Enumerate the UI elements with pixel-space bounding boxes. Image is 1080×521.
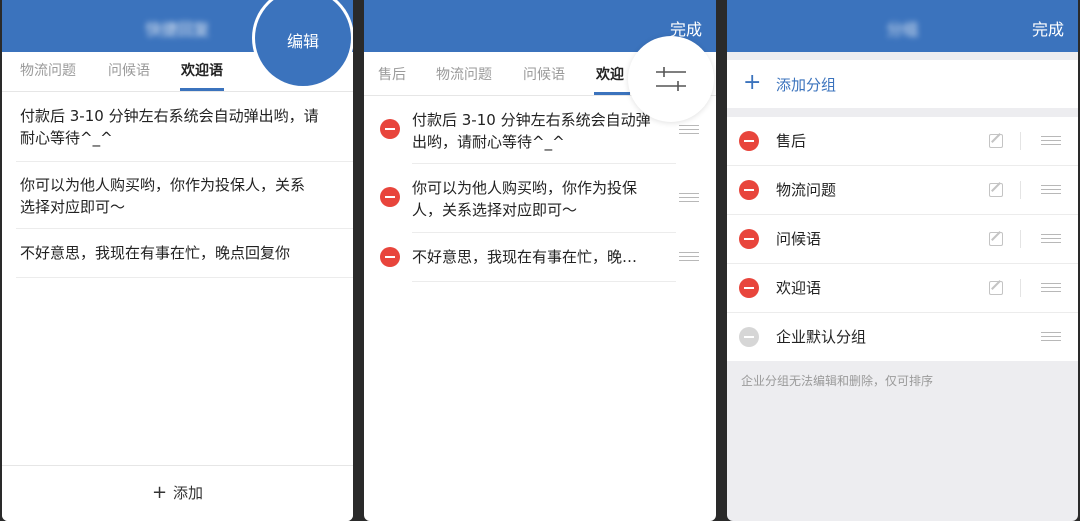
drag-handle-icon[interactable] [1041,283,1061,293]
separator [1020,132,1021,150]
done-button[interactable]: 完成 [1032,16,1064,40]
reply-text-line1: 不好意思，我现在有事在忙，晚… [412,248,638,266]
group-label: 企业默认分组 [776,328,867,346]
group-label: 问候语 [776,230,822,248]
add-label: 添加 [173,484,204,502]
group-label: 售后 [776,132,807,150]
tab-greeting[interactable]: 问候语 [523,64,565,84]
divider [412,281,676,282]
add-group-label: 添加分组 [776,76,837,94]
reply-edit-row: 不好意思，我现在有事在忙，晚… [364,233,716,281]
group-row-default: 企业默认分组 [727,313,1078,361]
reply-text-line1: 付款后 3-10 分钟左右系统会自动弹 [412,111,651,129]
delete-icon[interactable] [739,278,759,298]
group-row: 欢迎语 [727,264,1078,312]
active-tab-indicator [180,88,224,91]
delete-icon[interactable] [739,131,759,151]
reply-item[interactable]: 不好意思，我现在有事在忙，晚点回复你 [2,229,353,277]
tab-logistics[interactable]: 物流问题 [436,64,492,84]
sort-sliders-icon [656,67,686,91]
group-label: 欢迎语 [776,279,822,297]
reply-text-line2: 耐心等待^_^ [20,129,113,147]
separator [1020,181,1021,199]
add-group-row[interactable]: + 添加分组 [727,60,1078,108]
drag-handle-icon[interactable] [679,125,699,135]
edit-icon[interactable] [989,281,1003,295]
reply-text-line2: 出哟，请耐心等待^_^ [412,133,565,151]
top-bar: 分组 完成 [727,0,1078,52]
reply-text-line1: 不好意思，我现在有事在忙，晚点回复你 [20,244,291,262]
group-manage-panel: 分组 完成 + 添加分组 售后 物流问题 问候语 欢迎语 企业默认分组 企业分组… [727,0,1078,521]
reply-text-line1: 付款后 3-10 分钟左右系统会自动弹出哟，请 [20,107,319,125]
page-title: 分组 [886,20,919,39]
tab-greeting[interactable]: 问候语 [108,60,150,80]
group-label: 物流问题 [776,181,837,199]
drag-handle-icon[interactable] [1041,136,1061,146]
delete-icon[interactable] [739,180,759,200]
delete-icon[interactable] [380,119,400,139]
drag-handle-icon[interactable] [1041,332,1061,342]
reply-item[interactable]: 付款后 3-10 分钟左右系统会自动弹出哟，请 耐心等待^_^ [2,93,353,157]
tab-after-sales[interactable]: 售后 [378,64,406,84]
reply-text-line1: 你可以为他人购买哟，你作为投保人，关系 [20,176,306,194]
reply-text-line1: 你可以为他人购买哟，你作为投保 [412,179,638,197]
edit-icon[interactable] [989,232,1003,246]
divider [16,277,353,278]
group-row: 物流问题 [727,166,1078,214]
active-tab-indicator [594,92,630,95]
drag-handle-icon[interactable] [679,252,699,262]
plus-icon: + [151,482,168,503]
add-reply-button[interactable]: + 添加 [2,466,353,521]
drag-handle-icon[interactable] [1041,234,1061,244]
footnote: 企业分组无法编辑和删除，仅可排序 [741,374,934,388]
delete-icon[interactable] [739,229,759,249]
separator [1020,230,1021,248]
edit-icon[interactable] [989,183,1003,197]
reply-text-line2: 人，关系选择对应即可～ [412,201,578,219]
plus-icon: + [743,70,762,95]
group-row: 售后 [727,117,1078,165]
tab-welcome[interactable]: 欢迎语 [181,60,223,80]
delete-icon[interactable] [380,247,400,267]
reply-edit-row: 你可以为他人购买哟，你作为投保 人，关系选择对应即可～ [364,164,716,232]
delete-icon[interactable] [380,187,400,207]
sort-button-highlight[interactable] [628,36,714,122]
drag-handle-icon[interactable] [679,193,699,203]
bottom-bar: + 添加 [2,465,353,521]
edit-icon[interactable] [989,134,1003,148]
edit-label: 编辑 [286,32,319,51]
tab-logistics[interactable]: 物流问题 [20,60,76,80]
tab-welcome[interactable]: 欢迎 [596,64,624,84]
reply-text-line2: 选择对应即可～ [20,198,126,216]
group-row: 问候语 [727,215,1078,263]
drag-handle-icon[interactable] [1041,185,1061,195]
quick-reply-list-panel: 快捷回复 物流问题 问候语 欢迎语 付款后 3-10 分钟左右系统会自动弹出哟，… [2,0,353,521]
reply-item[interactable]: 你可以为他人购买哟，你作为投保人，关系 选择对应即可～ [2,162,353,226]
separator [1020,279,1021,297]
delete-disabled-icon [739,327,759,347]
